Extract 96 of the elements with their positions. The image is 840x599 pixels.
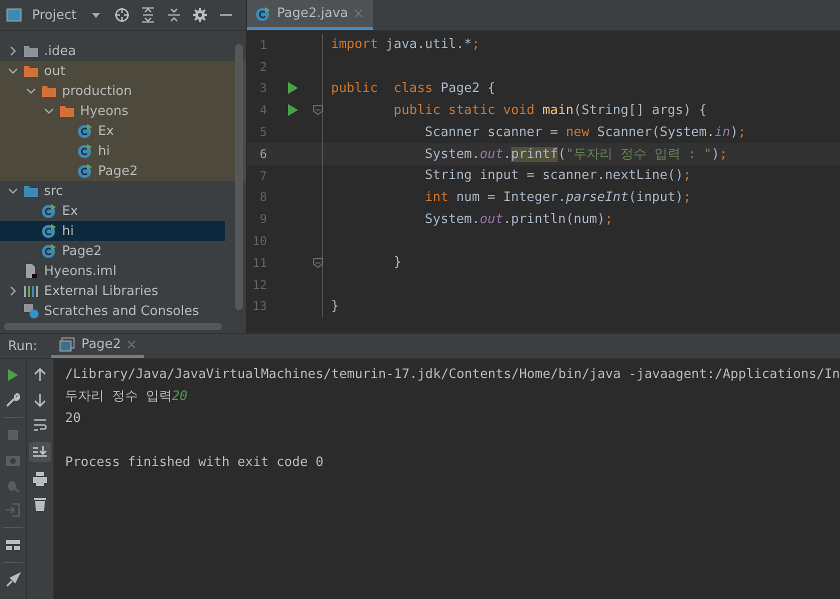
- run-panel-label: Run:: [8, 338, 38, 354]
- code-line: import java.util.*;: [330, 37, 480, 52]
- console-icon: [59, 336, 76, 352]
- fold-icon[interactable]: [313, 104, 323, 116]
- tree-item[interactable]: .idea: [0, 41, 225, 61]
- code-line: }: [392, 255, 402, 270]
- trash-icon[interactable]: [32, 496, 48, 512]
- line-number: 6: [258, 146, 267, 161]
- settings-icon[interactable]: [192, 7, 208, 23]
- line-number: 9: [258, 212, 267, 226]
- wrench-icon[interactable]: [5, 392, 22, 408]
- java-class-icon: [77, 143, 93, 159]
- tree-item[interactable]: External Libraries: [0, 281, 225, 301]
- editor-tab-label: Page2.java: [277, 6, 348, 21]
- folder-icon: [23, 183, 39, 199]
- line-number: 12: [252, 278, 267, 292]
- tree-item[interactable]: Ex: [0, 201, 225, 221]
- code-line: System.out.println(num);: [424, 212, 613, 227]
- folder-icon: [41, 83, 57, 99]
- print-icon[interactable]: [32, 471, 48, 487]
- tree-item-label: Hyeons.iml: [44, 264, 116, 278]
- library-icon: [23, 283, 39, 299]
- line-number: 7: [258, 168, 267, 183]
- scratch-icon: [23, 303, 39, 319]
- expand-all-icon[interactable]: [140, 7, 156, 23]
- editor-tab[interactable]: Page2.java: [247, 0, 374, 30]
- java-class-icon: [41, 243, 57, 259]
- code-line: }: [330, 298, 339, 314]
- tree-item-label: Scratches and Consoles: [44, 304, 200, 318]
- tree-item[interactable]: Page2: [0, 241, 225, 261]
- project-view-title[interactable]: Project: [32, 8, 76, 22]
- java-class-icon: [41, 203, 57, 219]
- pin-icon[interactable]: [5, 572, 22, 588]
- folder-icon: [23, 63, 39, 79]
- line-number: 4: [258, 103, 267, 118]
- tree-item-label: External Libraries: [44, 284, 158, 298]
- close-icon[interactable]: [127, 340, 136, 349]
- tree-item[interactable]: out: [0, 61, 225, 81]
- tree-item[interactable]: Page2: [0, 161, 225, 181]
- tree-item-label: .idea: [44, 44, 76, 58]
- scrollbar[interactable]: [235, 44, 243, 310]
- line-number: 13: [252, 299, 267, 314]
- tree-item-label: hi: [98, 144, 110, 158]
- tree-item-label: Ex: [62, 204, 78, 218]
- folder-icon: [59, 103, 75, 119]
- layout-icon[interactable]: [5, 537, 22, 553]
- line-number: 5: [258, 125, 267, 140]
- code-line: Scanner scanner = new Scanner(System.in);: [424, 124, 746, 140]
- tree-item-label: Page2: [98, 164, 138, 178]
- code-line: int num = Integer.parseInt(input);: [424, 190, 692, 205]
- line-number: 8: [258, 190, 267, 204]
- tree-item-label: out: [44, 64, 66, 78]
- scroll-to-end-icon[interactable]: [29, 442, 52, 462]
- window-icon: [6, 7, 22, 23]
- fold-icon[interactable]: [313, 256, 323, 269]
- tree-item-label: Page2: [62, 244, 102, 258]
- code-line: public class Page2 {: [330, 80, 496, 96]
- java-class-icon: [77, 123, 93, 139]
- tree-item[interactable]: Ex: [0, 121, 225, 141]
- line-number: 10: [252, 234, 267, 248]
- file-icon: [23, 263, 39, 279]
- tree-item-label: src: [44, 184, 63, 198]
- tree-item[interactable]: hi: [0, 221, 225, 241]
- soft-wrap-icon[interactable]: [32, 417, 48, 433]
- java-class-icon: [255, 6, 271, 22]
- tree-item[interactable]: Hyeons.iml: [0, 261, 225, 281]
- java-class-icon: [41, 223, 57, 239]
- tree-item[interactable]: hi: [0, 141, 225, 161]
- console-line: 두자리 정수 입력20: [65, 388, 188, 405]
- down-arrow-icon[interactable]: [32, 392, 48, 408]
- tree-item-label: production: [62, 84, 132, 98]
- tree-item-label: hi: [62, 224, 74, 238]
- up-arrow-icon[interactable]: [32, 367, 48, 383]
- line-number: 1: [258, 38, 267, 52]
- line-number: 2: [258, 60, 267, 74]
- collapse-all-icon[interactable]: [166, 7, 182, 23]
- tree-item[interactable]: Hyeons: [0, 101, 225, 121]
- java-class-icon: [77, 163, 93, 179]
- line-number: 3: [258, 81, 267, 96]
- code-line: System.out.printf("두자리 정수 입력 : ");: [424, 146, 728, 163]
- run-tab[interactable]: Page2: [51, 334, 144, 358]
- tree-item-label: Ex: [98, 124, 114, 138]
- tree-item[interactable]: production: [0, 81, 225, 101]
- line-number: 11: [252, 256, 267, 270]
- scrollbar[interactable]: [4, 323, 222, 330]
- run-tab-label: Page2: [81, 337, 122, 352]
- tree-item[interactable]: Scratches and Consoles: [0, 301, 225, 321]
- console-line: /Library/Java/JavaVirtualMachines/temurin-17.jdk/Contents/Home/bin/java -javaagent:/Applications/In: [65, 366, 840, 382]
- crosshair-icon[interactable]: [114, 7, 130, 23]
- folder-icon: [23, 43, 39, 59]
- tree-item[interactable]: src: [0, 181, 225, 201]
- code-line: public static void main(String[] args) {: [392, 102, 707, 118]
- console-line: 20: [65, 410, 81, 426]
- tree-item-label: Hyeons: [80, 104, 128, 118]
- console-line: Process finished with exit code 0: [65, 454, 324, 470]
- code-line: String input = scanner.nextLine();: [424, 168, 692, 184]
